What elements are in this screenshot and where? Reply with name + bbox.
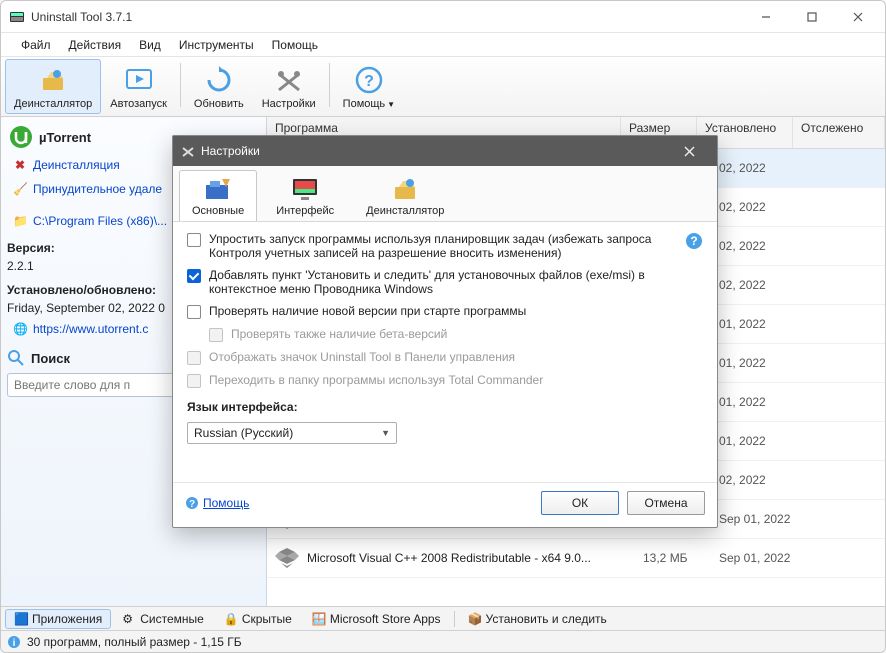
minimize-button[interactable] — [743, 2, 789, 32]
svg-text:?: ? — [189, 499, 195, 510]
broom-icon: 🧹 — [13, 182, 27, 196]
general-icon — [202, 175, 234, 203]
checkbox[interactable] — [187, 269, 201, 283]
menu-file[interactable]: Файл — [13, 36, 59, 54]
close-button[interactable] — [835, 2, 881, 32]
uninstaller-tab-icon — [389, 175, 421, 203]
globe-icon: 🌐 — [13, 322, 27, 336]
dialog-tab-interface[interactable]: Интерфейс — [263, 170, 347, 221]
utorrent-icon — [9, 125, 33, 149]
dialog-footer: ? Помощь ОК Отмена — [173, 482, 717, 527]
option-total-commander: Переходить в папку программы используя T… — [187, 373, 703, 388]
toolbar-autorun[interactable]: Автозапуск — [101, 59, 176, 114]
settings-dialog: Настройки Основные Интерфейс Деинсталлят… — [172, 135, 718, 528]
checkbox — [187, 351, 201, 365]
option-check-update[interactable]: Проверять наличие новой версии при старт… — [187, 304, 703, 319]
context-help-icon[interactable]: ? — [685, 232, 703, 250]
dialog-title: Настройки — [201, 144, 260, 158]
info-icon: i — [7, 635, 21, 649]
tab-install-track[interactable]: 📦 Установить и следить — [459, 609, 616, 629]
dialog-titlebar: Настройки — [173, 136, 717, 166]
chevron-down-icon: ▼ — [381, 428, 390, 438]
status-text: 30 программ, полный размер - 1,15 ГБ — [27, 635, 242, 649]
search-label: Поиск — [31, 351, 70, 366]
menu-tools[interactable]: Инструменты — [171, 36, 262, 54]
statusbar: i 30 программ, полный размер - 1,15 ГБ — [1, 630, 885, 652]
checkbox — [209, 328, 223, 342]
help-icon: ? — [185, 496, 199, 510]
app-icon — [9, 9, 25, 25]
menu-help[interactable]: Помощь — [264, 36, 326, 54]
program-name: Microsoft Visual C++ 2008 Redistributabl… — [307, 551, 591, 565]
toolbar: Деинсталлятор Автозапуск Обновить Настро… — [1, 57, 885, 117]
settings-icon — [181, 144, 195, 158]
menu-actions[interactable]: Действия — [61, 36, 130, 54]
system-icon: ⚙ — [122, 612, 136, 626]
autorun-icon — [123, 64, 155, 96]
toolbar-help[interactable]: ? Помощь▼ — [334, 59, 404, 114]
hidden-icon: 🔒 — [224, 612, 238, 626]
cancel-button[interactable]: Отмена — [627, 491, 705, 515]
toolbar-settings[interactable]: Настройки — [253, 59, 325, 114]
tab-apps[interactable]: 🟦 Приложения — [5, 609, 111, 629]
checkbox[interactable] — [187, 233, 201, 247]
language-label: Язык интерфейса: — [187, 400, 703, 414]
checkbox[interactable] — [187, 305, 201, 319]
refresh-icon — [203, 64, 235, 96]
selected-program-name: µTorrent — [39, 130, 91, 145]
option-simplify-launch[interactable]: Упростить запуск программы используя пла… — [187, 232, 703, 260]
tab-store[interactable]: 🪟 Microsoft Store Apps — [303, 609, 450, 629]
language-select[interactable]: Russian (Русский) ▼ — [187, 422, 397, 444]
close-icon — [684, 146, 695, 157]
apps-icon: 🟦 — [14, 612, 28, 626]
track-icon: 📦 — [468, 612, 482, 626]
dialog-tab-uninstaller[interactable]: Деинсталлятор — [353, 170, 457, 221]
uninstaller-icon — [37, 64, 69, 96]
table-row[interactable]: Microsoft Visual C++ 2008 Redistributabl… — [267, 539, 885, 578]
toolbar-refresh[interactable]: Обновить — [185, 59, 253, 114]
svg-text:i: i — [13, 638, 16, 649]
toolbar-uninstaller[interactable]: Деинсталлятор — [5, 59, 101, 114]
settings-icon — [273, 64, 305, 96]
dialog-close-button[interactable] — [669, 137, 709, 165]
option-context-menu[interactable]: Добавлять пункт 'Установить и следить' д… — [187, 268, 703, 296]
svg-text:?: ? — [364, 73, 374, 90]
uninstall-icon: ✖ — [13, 158, 27, 172]
ok-button[interactable]: ОК — [541, 491, 619, 515]
help-icon: ? — [353, 64, 385, 96]
menubar: Файл Действия Вид Инструменты Помощь — [1, 33, 885, 57]
maximize-button[interactable] — [789, 2, 835, 32]
search-icon — [7, 349, 25, 367]
window-title: Uninstall Tool 3.7.1 — [31, 10, 132, 24]
col-tracked[interactable]: Отслежено — [793, 117, 885, 148]
dialog-tab-general[interactable]: Основные — [179, 170, 257, 221]
option-check-beta: Проверять также наличие бета-версий — [209, 327, 703, 342]
interface-icon — [289, 175, 321, 203]
checkbox — [187, 374, 201, 388]
folder-icon: 📁 — [13, 214, 27, 228]
store-icon: 🪟 — [312, 612, 326, 626]
chevron-down-icon: ▼ — [387, 100, 395, 109]
tab-system[interactable]: ⚙ Системные — [113, 609, 213, 629]
svg-text:?: ? — [690, 234, 697, 248]
option-control-panel-icon: Отображать значок Uninstall Tool в Панел… — [187, 350, 703, 365]
bottom-tabs: 🟦 Приложения ⚙ Системные 🔒 Скрытые 🪟 Mic… — [1, 606, 885, 630]
dialog-help-link[interactable]: ? Помощь — [185, 496, 249, 510]
dialog-tabs: Основные Интерфейс Деинсталлятор — [173, 166, 717, 222]
titlebar: Uninstall Tool 3.7.1 — [1, 1, 885, 33]
menu-view[interactable]: Вид — [131, 36, 169, 54]
dialog-body: ? Упростить запуск программы используя п… — [173, 222, 717, 452]
tab-hidden[interactable]: 🔒 Скрытые — [215, 609, 301, 629]
dropbox-icon — [275, 546, 299, 570]
